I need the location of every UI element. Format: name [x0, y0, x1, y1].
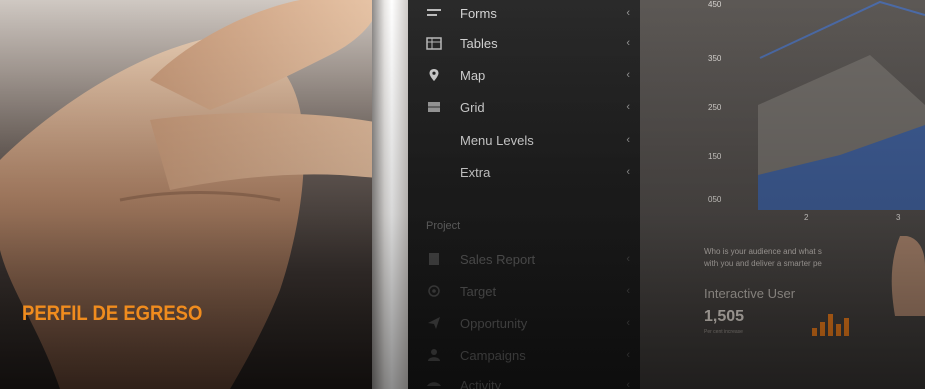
menu-item-tables[interactable]: Tables ‹ [426, 28, 630, 58]
menu-item-label: Opportunity [460, 315, 528, 331]
menu-item-campaigns[interactable]: Campaigns ‹ [426, 340, 630, 370]
y-tick-label: 250 [708, 103, 722, 112]
y-tick-label: 450 [708, 0, 722, 9]
phone-screen: Forms ‹ Tables ‹ Map ‹ Grid ‹ Menu Level… [408, 0, 640, 389]
y-tick-label: 150 [708, 152, 722, 161]
chevron-icon: ‹ [626, 349, 630, 361]
finger-illustration [891, 236, 925, 316]
dashboard-chart [758, 0, 925, 210]
user-icon [426, 348, 442, 362]
menu-item-label: Menu Levels [460, 132, 534, 148]
chevron-icon: ‹ [626, 253, 630, 265]
description-text: Who is your audience and what s [704, 247, 822, 256]
menu-item-sales-report[interactable]: Sales Report ‹ [426, 244, 630, 274]
chevron-icon: ‹ [626, 379, 630, 389]
activity-icon [426, 378, 442, 389]
page-heading: PERFIL DE EGRESO [22, 302, 203, 325]
menu-item-label: Forms [460, 5, 497, 21]
y-tick-label: 050 [708, 195, 722, 204]
x-tick-label: 2 [804, 213, 809, 222]
dashboard-panel: 450 350 250 150 050 2 3 Who is your audi… [640, 0, 925, 389]
menu-item-opportunity[interactable]: Opportunity ‹ [426, 308, 630, 338]
chevron-icon: ‹ [626, 37, 630, 49]
y-tick-label: 350 [708, 54, 722, 63]
chevron-icon: ‹ [626, 7, 630, 19]
chevron-icon: ‹ [626, 317, 630, 329]
menu-item-label: Target [460, 283, 497, 299]
chevron-icon: ‹ [626, 285, 630, 297]
widget-value: 1,505 [704, 308, 745, 325]
target-icon [426, 284, 442, 298]
menu-item-label: Sales Report [460, 251, 536, 267]
menu-item-label: Activity [460, 377, 502, 389]
chevron-icon: ‹ [626, 101, 630, 113]
menu-item-label: Extra [460, 164, 491, 180]
menu-item-extra[interactable]: Extra ‹ [426, 157, 630, 187]
description-text: with you and deliver a smarter pe [704, 259, 822, 268]
menu-item-label: Tables [460, 35, 498, 51]
mini-bar-chart-icon [812, 310, 862, 336]
menu-item-label: Map [460, 67, 486, 83]
table-icon [426, 36, 442, 50]
grid-icon [426, 100, 442, 114]
chevron-icon: ‹ [626, 166, 630, 178]
hero-image: Forms ‹ Tables ‹ Map ‹ Grid ‹ Menu Level… [0, 0, 925, 389]
menu-item-label: Grid [460, 99, 485, 115]
report-icon [426, 252, 442, 266]
send-icon [426, 316, 442, 330]
menu-item-menu-levels[interactable]: Menu Levels ‹ [426, 125, 630, 155]
chevron-icon: ‹ [626, 69, 630, 81]
menu-item-map[interactable]: Map ‹ [426, 60, 630, 90]
x-tick-label: 3 [896, 213, 901, 222]
menu-item-activity[interactable]: Activity ‹ [426, 370, 630, 389]
menu-item-forms[interactable]: Forms ‹ [426, 0, 630, 28]
map-pin-icon [426, 68, 442, 82]
chevron-icon: ‹ [626, 134, 630, 146]
widget-caption: Per cent increase [704, 329, 743, 335]
form-icon [426, 6, 442, 20]
menu-item-target[interactable]: Target ‹ [426, 276, 630, 306]
widget-title: Interactive User [704, 286, 796, 301]
phone-frame [372, 0, 408, 389]
section-title: Project [426, 220, 461, 232]
chart-line [759, 0, 925, 59]
menu-item-grid[interactable]: Grid ‹ [426, 92, 630, 122]
menu-item-label: Campaigns [460, 347, 526, 363]
